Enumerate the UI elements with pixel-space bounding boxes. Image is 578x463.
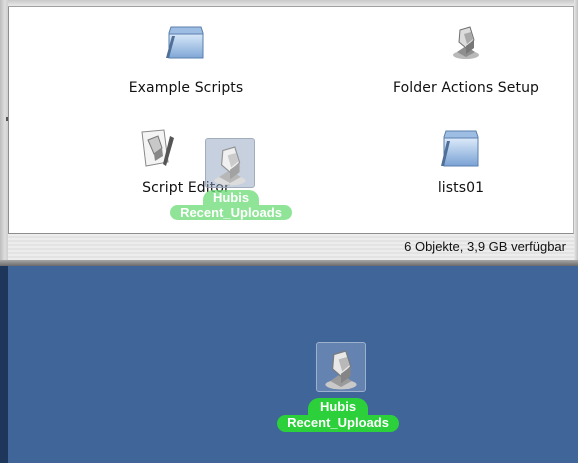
desktop-item-label-line2: Recent_Uploads xyxy=(277,415,399,432)
desktop-item-label: Hubis Recent_Uploads xyxy=(258,398,418,432)
screen: Example Scripts Folder Actions Setup Scr… xyxy=(0,0,578,463)
window-left-edge xyxy=(0,0,8,266)
desktop-item-label-line1: Hubis xyxy=(307,398,369,415)
drag-ghost-label-line2: Recent_Uploads xyxy=(170,205,292,220)
applescript-app-icon xyxy=(453,26,479,59)
item-lists01[interactable]: lists01 xyxy=(401,128,521,196)
folder-icon xyxy=(166,26,204,59)
status-text: 6 Objekte, 3,9 GB verfügbar xyxy=(404,239,566,254)
window-top-edge xyxy=(8,0,574,7)
window-right-edge xyxy=(574,0,578,266)
finder-icon-view[interactable]: Example Scripts Folder Actions Setup Scr… xyxy=(8,7,574,234)
drag-ghost-label: Hubis Recent_Uploads xyxy=(153,190,309,220)
desktop-item-icon-frame xyxy=(316,342,366,392)
drag-ghost-label-line1: Hubis xyxy=(202,190,260,205)
status-bar: 6 Objekte, 3,9 GB verfügbar xyxy=(8,234,574,260)
applescript-app-icon xyxy=(214,146,246,186)
drag-ghost: Hubis Recent_Uploads xyxy=(153,138,309,230)
item-label: Example Scripts xyxy=(128,80,244,96)
desktop[interactable]: Hubis Recent_Uploads xyxy=(0,266,578,463)
finder-window: Example Scripts Folder Actions Setup Scr… xyxy=(0,0,578,266)
desktop-item-hubis-recent-uploads[interactable]: Hubis Recent_Uploads xyxy=(258,342,418,442)
item-example-scripts[interactable]: Example Scripts xyxy=(101,24,271,96)
item-label: lists01 xyxy=(437,180,485,196)
item-folder-actions-setup[interactable]: Folder Actions Setup xyxy=(361,24,571,96)
applescript-app-icon xyxy=(325,350,357,390)
folder-icon xyxy=(441,130,479,167)
item-label: Folder Actions Setup xyxy=(392,80,540,96)
drag-ghost-icon-frame xyxy=(205,138,255,188)
